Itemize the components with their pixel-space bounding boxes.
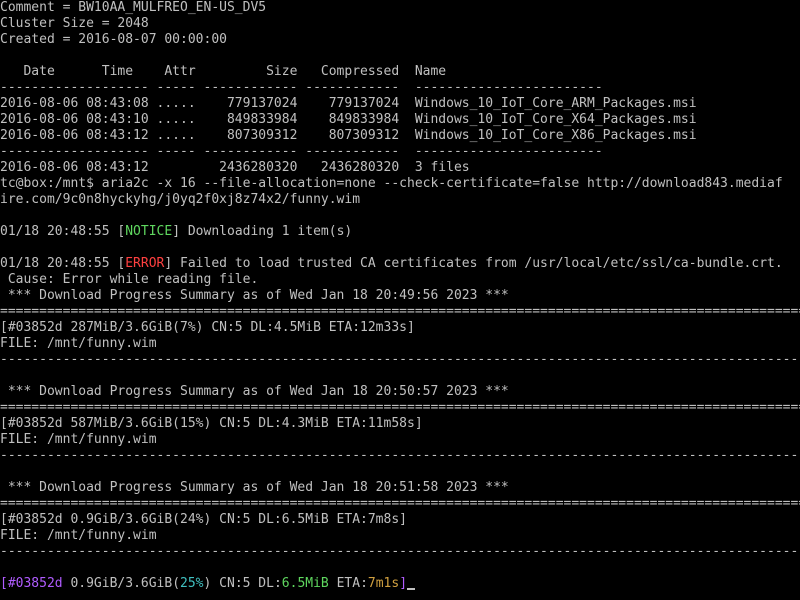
archive-cluster-size: Cluster Size = 2048 [0,16,149,31]
command-line-wrap: ire.com/9c0n8hyckyhg/j0yq2f0xj8z74x2/fun… [0,192,361,207]
progress-percent: 25% [180,576,204,591]
progress-bracket-close: ] [399,576,408,591]
listing-row: 2016-08-06 08:43:12 ..... 807309312 8073… [0,128,697,143]
progress-sizes: 0.9GiB/3.6GiB( [62,576,181,591]
archive-created: Created = 2016-08-07 00:00:00 [0,32,227,47]
error-time: 01/18 20:48:55 [0,256,118,271]
summary-file: FILE: /mnt/funny.wim [0,336,157,351]
summary-rule-dash: ----------------------------------------… [0,544,800,559]
progress-eta-label: ETA: [328,576,368,591]
summary-status: [#03852d 587MiB/3.6GiB(15%) CN:5 DL:4.3M… [0,416,423,431]
notice-bracket-close: ] [172,224,181,239]
listing-separator: ------------------- ----- ------------ -… [0,80,603,95]
progress-connections: CN:5 DL: [211,576,282,591]
summary-status: [#03852d 287MiB/3.6GiB(7%) CN:5 DL:4.5Mi… [0,320,415,335]
summary-heading: *** Download Progress Summary as of Wed … [0,384,509,399]
notice-text: Downloading 1 item(s) [180,224,353,239]
summary-rule-eq: ========================================… [0,496,800,511]
summary-rule-eq: ========================================… [0,304,800,319]
summary-heading: *** Download Progress Summary as of Wed … [0,288,509,303]
summary-rule-dash: ----------------------------------------… [0,448,800,463]
summary-file: FILE: /mnt/funny.wim [0,528,157,543]
error-cause: Cause: Error while reading file. [0,272,259,287]
listing-separator: ------------------- ----- ------------ -… [0,144,603,159]
listing-row: 2016-08-06 08:43:10 ..... 849833984 8498… [0,112,697,127]
summary-file: FILE: /mnt/funny.wim [0,432,157,447]
error-tag: ERROR [125,256,165,271]
listing-header: Date Time Attr Size Compressed Name [0,64,447,79]
command-line: tc@box:/mnt$ aria2c -x 16 --file-allocat… [0,176,783,191]
text-cursor [407,588,416,590]
summary-rule-dash: ----------------------------------------… [0,352,800,367]
terminal-window[interactable]: Comment = BW10AA_MULFREO_EN-US_DV5 Clust… [0,0,800,600]
notice-tag: NOTICE [125,224,173,239]
summary-heading: *** Download Progress Summary as of Wed … [0,480,509,495]
listing-row: 2016-08-06 08:43:08 ..... 779137024 7791… [0,96,697,111]
progress-gid: #03852d [7,576,63,591]
archive-comment: Comment = BW10AA_MULFREO_EN-US_DV5 [0,0,267,15]
summary-status: [#03852d 0.9GiB/3.6GiB(24%) CN:5 DL:6.5M… [0,512,407,527]
live-progress-line: [#03852d 0.9GiB/3.6GiB(25%) CN:5 DL:6.5M… [0,576,800,592]
progress-speed: 6.5MiB [281,576,329,591]
notice-time: 01/18 20:48:55 [0,224,118,239]
error-message: 01/18 20:48:55 [ERROR] Failed to load tr… [0,256,800,272]
notice-message: 01/18 20:48:55 [NOTICE] Downloading 1 it… [0,224,800,240]
progress-bracket-open: [ [0,576,8,591]
progress-eta: 7m1s [367,576,400,591]
summary-rule-eq: ========================================… [0,400,800,415]
listing-total: 2016-08-06 08:43:12 2436280320 243628032… [0,160,470,175]
error-text: Failed to load trusted CA certificates f… [172,256,783,271]
